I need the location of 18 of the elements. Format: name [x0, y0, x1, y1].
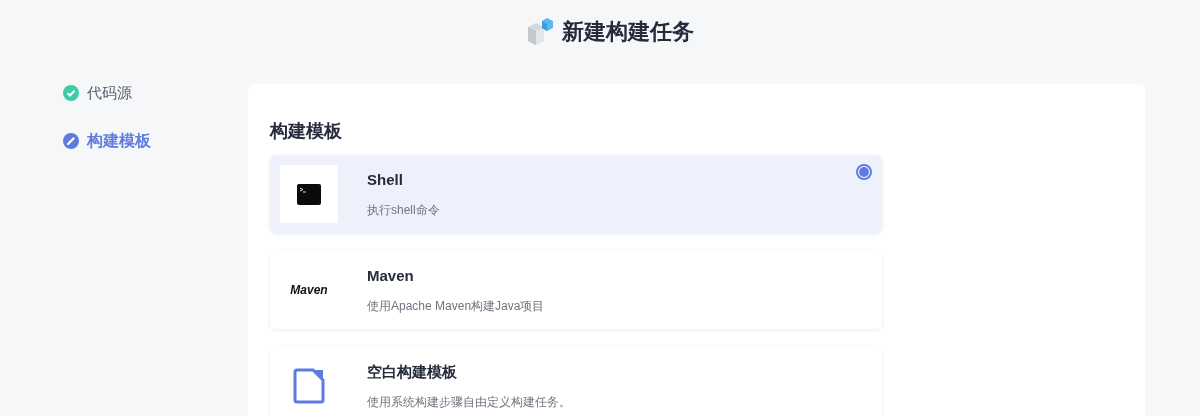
step-label[interactable]: 代码源	[87, 82, 132, 105]
section-title: 构建模板	[270, 120, 343, 143]
cubes-icon	[526, 17, 554, 45]
document-icon	[293, 368, 325, 404]
step-label[interactable]: 构建模板	[87, 128, 151, 153]
template-name: Maven	[367, 265, 415, 286]
template-name: 空白构建模板	[367, 361, 458, 382]
terminal-icon	[297, 183, 321, 205]
template-description: 使用系统构建步骤自由定义构建任务。	[367, 394, 571, 412]
radio-button[interactable]	[856, 164, 872, 180]
template-description: 使用Apache Maven构建Java项目	[367, 298, 545, 316]
template-name: Shell	[367, 169, 404, 190]
template-description: 执行shell命令	[367, 202, 440, 220]
page-title: 新建构建任务	[562, 17, 694, 46]
template-card[interactable]: Shell 执行shell命令	[270, 155, 882, 233]
template-card[interactable]: Maven Maven 使用Apache Maven构建Java项目	[270, 251, 882, 329]
maven-logo: Maven	[290, 282, 328, 299]
template-card[interactable]: 空白构建模板 使用系统构建步骤自由定义构建任务。	[270, 347, 882, 416]
